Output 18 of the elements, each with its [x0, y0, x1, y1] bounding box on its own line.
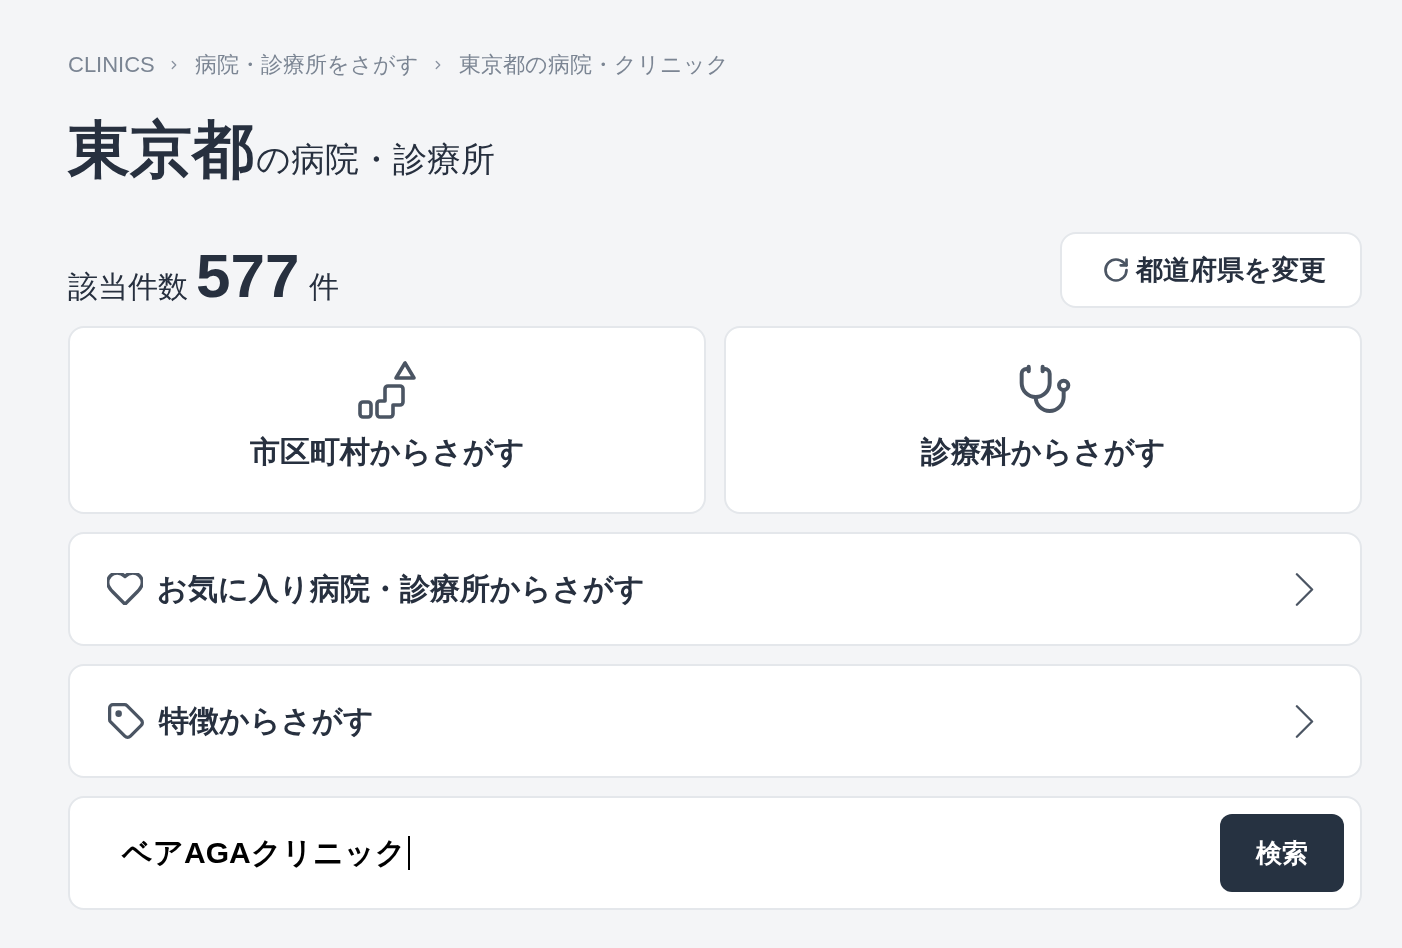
title-suffix: の病院・診療所: [256, 139, 495, 179]
search-link-row[interactable]: お気に入り病院・診療所からさがす: [68, 532, 1362, 646]
search-card[interactable]: 診療科からさがす: [724, 326, 1362, 514]
search-button[interactable]: 検索: [1220, 814, 1344, 892]
result-count-unit: 件: [309, 269, 340, 305]
heart-icon: [107, 573, 143, 605]
search-link-row[interactable]: 特徴からさがす: [68, 664, 1362, 778]
result-count-label: 該当件数: [68, 269, 188, 305]
prefecture-title: 東京都: [68, 114, 254, 186]
chevron-right-icon: [1295, 704, 1314, 738]
search-field[interactable]: ベアAGAクリニック: [122, 823, 1208, 883]
refresh-icon: [1102, 256, 1130, 284]
search-card[interactable]: 市区町村からさがす: [68, 326, 706, 514]
blocks-icon: [357, 360, 417, 420]
tag-icon: [107, 703, 145, 739]
result-count: 577: [196, 244, 300, 308]
change-prefecture-button[interactable]: 都道府県を変更: [1060, 232, 1362, 308]
chevron-right-icon: [1295, 572, 1314, 606]
